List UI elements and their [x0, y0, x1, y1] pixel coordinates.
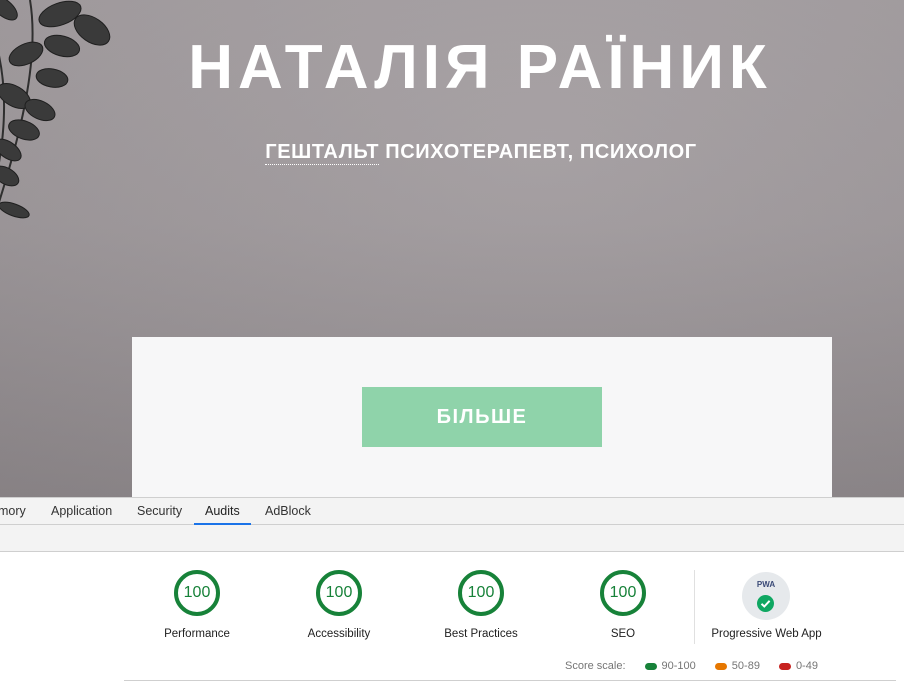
- pwa-badge[interactable]: PWA: [742, 572, 790, 620]
- report-divider: [124, 680, 896, 681]
- scale-pass: 90-100: [644, 660, 696, 672]
- scale-range: 0-49: [795, 660, 818, 672]
- audit-report: 100 Performance 100 Accessibility 100 Be…: [0, 552, 904, 686]
- score-gauge: 100: [458, 570, 504, 616]
- score-gauge: 100: [316, 570, 362, 616]
- gauge-best-practices[interactable]: 100 Best Practices: [420, 570, 540, 650]
- devtools-tabbar: mory Application Security Audits AdBlock: [0, 497, 904, 525]
- gauge-label: SEO: [610, 628, 636, 640]
- gauge-divider: [694, 570, 695, 644]
- subtitle-rest: ПСИХОТЕРАПЕВТ, ПСИХОЛОГ: [379, 141, 697, 163]
- score-scale: Score scale: 90-100 50-89 0-49: [565, 659, 818, 673]
- gauge-performance[interactable]: 100 Performance: [136, 570, 256, 650]
- gauge-label: Accessibility: [307, 628, 371, 640]
- hero-card: БІЛЬШЕ: [132, 337, 832, 497]
- tab-adblock[interactable]: AdBlock: [265, 498, 311, 525]
- tab-application[interactable]: Application: [51, 498, 112, 525]
- fail-chip-icon: [778, 662, 791, 670]
- pass-chip-icon: [644, 662, 657, 670]
- tab-security[interactable]: Security: [137, 498, 182, 525]
- devtools-panel: mory Application Security Audits AdBlock…: [0, 497, 904, 686]
- pwa-logo: PWA: [756, 580, 776, 589]
- tab-audits[interactable]: Audits: [194, 498, 251, 525]
- scale-range: 50-89: [731, 660, 760, 672]
- pwa-label: Progressive Web App: [711, 628, 822, 640]
- score-scale-label: Score scale:: [565, 660, 626, 672]
- scale-average: 50-89: [714, 660, 760, 672]
- tab-memory[interactable]: mory: [0, 498, 26, 525]
- gauge-seo[interactable]: 100 SEO: [562, 570, 682, 650]
- check-circle-icon: [757, 595, 774, 612]
- scale-fail: 0-49: [778, 660, 818, 672]
- gestalt-term-link[interactable]: ГЕШТАЛЬТ: [265, 141, 380, 165]
- site-subtitle: ГЕШТАЛЬТ ПСИХОТЕРАПЕВТ, ПСИХОЛОГ: [0, 140, 904, 165]
- site-title: НАТАЛІЯ РАЇНИК: [188, 33, 772, 102]
- audits-toolbar: [0, 525, 904, 552]
- more-button[interactable]: БІЛЬШЕ: [362, 387, 602, 447]
- score-gauge: 100: [174, 570, 220, 616]
- gauge-label: Performance: [164, 628, 230, 640]
- hero-section: НАТАЛІЯ РАЇНИК ГЕШТАЛЬТ ПСИХОТЕРАПЕВТ, П…: [0, 0, 904, 497]
- gauge-accessibility[interactable]: 100 Accessibility: [278, 570, 398, 650]
- scale-range: 90-100: [661, 660, 696, 672]
- gauge-label: Best Practices: [444, 628, 518, 640]
- average-chip-icon: [714, 662, 727, 670]
- score-gauge: 100: [600, 570, 646, 616]
